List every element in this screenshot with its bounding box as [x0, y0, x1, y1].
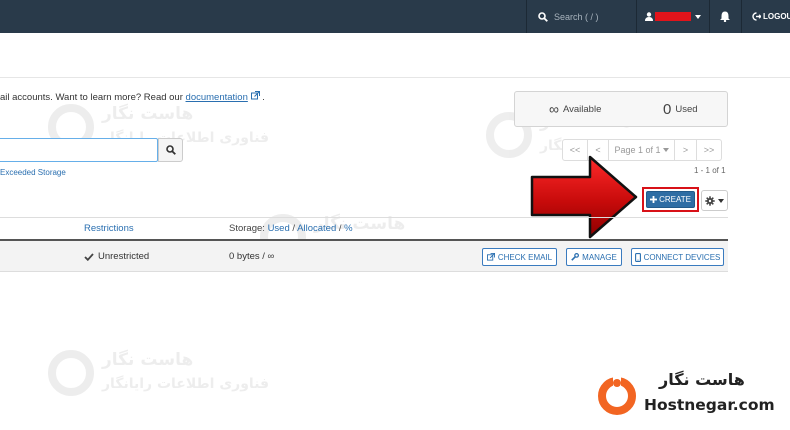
checkmark-icon: [84, 252, 94, 261]
top-navbar: Search ( / ) LOGOUT: [0, 0, 790, 33]
search-input[interactable]: [0, 138, 158, 162]
navbar-search-placeholder: Search ( / ): [554, 11, 599, 22]
gear-icon: [705, 195, 715, 206]
navbar-divider: [741, 0, 742, 33]
brand-name-persian: هاست نگار: [659, 370, 745, 389]
create-button[interactable]: CREATE: [646, 191, 695, 208]
external-link-icon: [486, 253, 495, 261]
bell-icon: [720, 11, 730, 22]
logout-label: LOGOUT: [763, 12, 790, 21]
storage-header-label: Storage:: [229, 223, 265, 234]
intro-text: ail accounts. Want to learn more? Read o…: [0, 91, 265, 103]
search-icon: [538, 11, 548, 22]
hostnegar-logo-icon: [598, 376, 636, 415]
used-label: Used: [675, 103, 698, 115]
notifications-button[interactable]: [720, 0, 730, 33]
storage-cell: 0 bytes / ∞: [229, 251, 275, 262]
intro-suffix: .: [262, 92, 265, 103]
sort-used-link[interactable]: Used: [268, 223, 290, 234]
wrench-icon: [571, 253, 580, 261]
check-email-label: CHECK EMAIL: [497, 252, 553, 262]
table-top-border: [0, 217, 728, 218]
exceeded-storage-link[interactable]: Exceeded Storage: [0, 168, 66, 177]
hostnegar-logo: هاست نگار Hostnegar.com: [596, 370, 786, 420]
navbar-divider: [636, 0, 637, 33]
restrictions-value: Unrestricted: [98, 251, 150, 262]
username-redacted: [655, 12, 691, 21]
external-link-icon[interactable]: [250, 91, 260, 100]
brand-name-english: Hostnegar.com: [644, 396, 775, 414]
create-label: CREATE: [659, 195, 691, 204]
restrictions-cell: Unrestricted: [84, 241, 149, 272]
manage-button[interactable]: MANAGE: [566, 248, 622, 266]
arrow-annotation: [530, 155, 638, 239]
table-row: Unrestricted 0 bytes / ∞ CHECK EMAIL MAN…: [0, 241, 728, 272]
header-separator: /: [336, 223, 345, 234]
account-stats: ∞ Available 0 Used: [514, 91, 728, 127]
results-range: 1 - 1 of 1: [694, 166, 726, 175]
page-next-button[interactable]: >: [674, 139, 697, 161]
column-header-storage: Storage: Used / Allocated / %: [229, 223, 353, 234]
caret-down-icon: [662, 148, 669, 152]
navbar-search[interactable]: Search ( / ): [538, 0, 599, 33]
navbar-divider: [526, 0, 527, 33]
available-label: Available: [562, 103, 602, 115]
sort-percent-link[interactable]: %: [344, 223, 352, 234]
column-header-restrictions[interactable]: Restrictions: [84, 223, 134, 234]
user-menu[interactable]: [645, 0, 701, 33]
logout-button[interactable]: LOGOUT: [752, 0, 790, 33]
search-button[interactable]: [158, 138, 183, 162]
stat-available: ∞ Available: [549, 92, 601, 126]
check-email-button[interactable]: CHECK EMAIL: [482, 248, 557, 266]
intro-sentence: ail accounts. Want to learn more? Read o…: [0, 92, 186, 103]
caret-down-icon: [718, 198, 724, 203]
page-last-button[interactable]: >>: [696, 139, 722, 161]
mobile-icon: [634, 252, 641, 262]
used-count: 0: [663, 100, 672, 118]
search-icon: [165, 145, 176, 155]
page-divider: [0, 77, 790, 78]
plus-icon: [650, 196, 658, 203]
connect-devices-label: CONNECT DEVICES: [643, 252, 721, 262]
stat-used: 0 Used: [663, 92, 698, 126]
settings-dropdown-button[interactable]: [701, 190, 728, 211]
sort-allocated-link[interactable]: Allocated: [297, 223, 336, 234]
infinity-symbol: ∞: [549, 101, 559, 117]
caret-down-icon: [695, 14, 701, 19]
manage-label: MANAGE: [582, 252, 617, 262]
documentation-link[interactable]: documentation: [186, 92, 248, 103]
navbar-divider: [709, 0, 710, 33]
connect-devices-button[interactable]: CONNECT DEVICES: [631, 248, 724, 266]
logout-icon: [752, 12, 761, 21]
user-icon: [645, 12, 653, 21]
